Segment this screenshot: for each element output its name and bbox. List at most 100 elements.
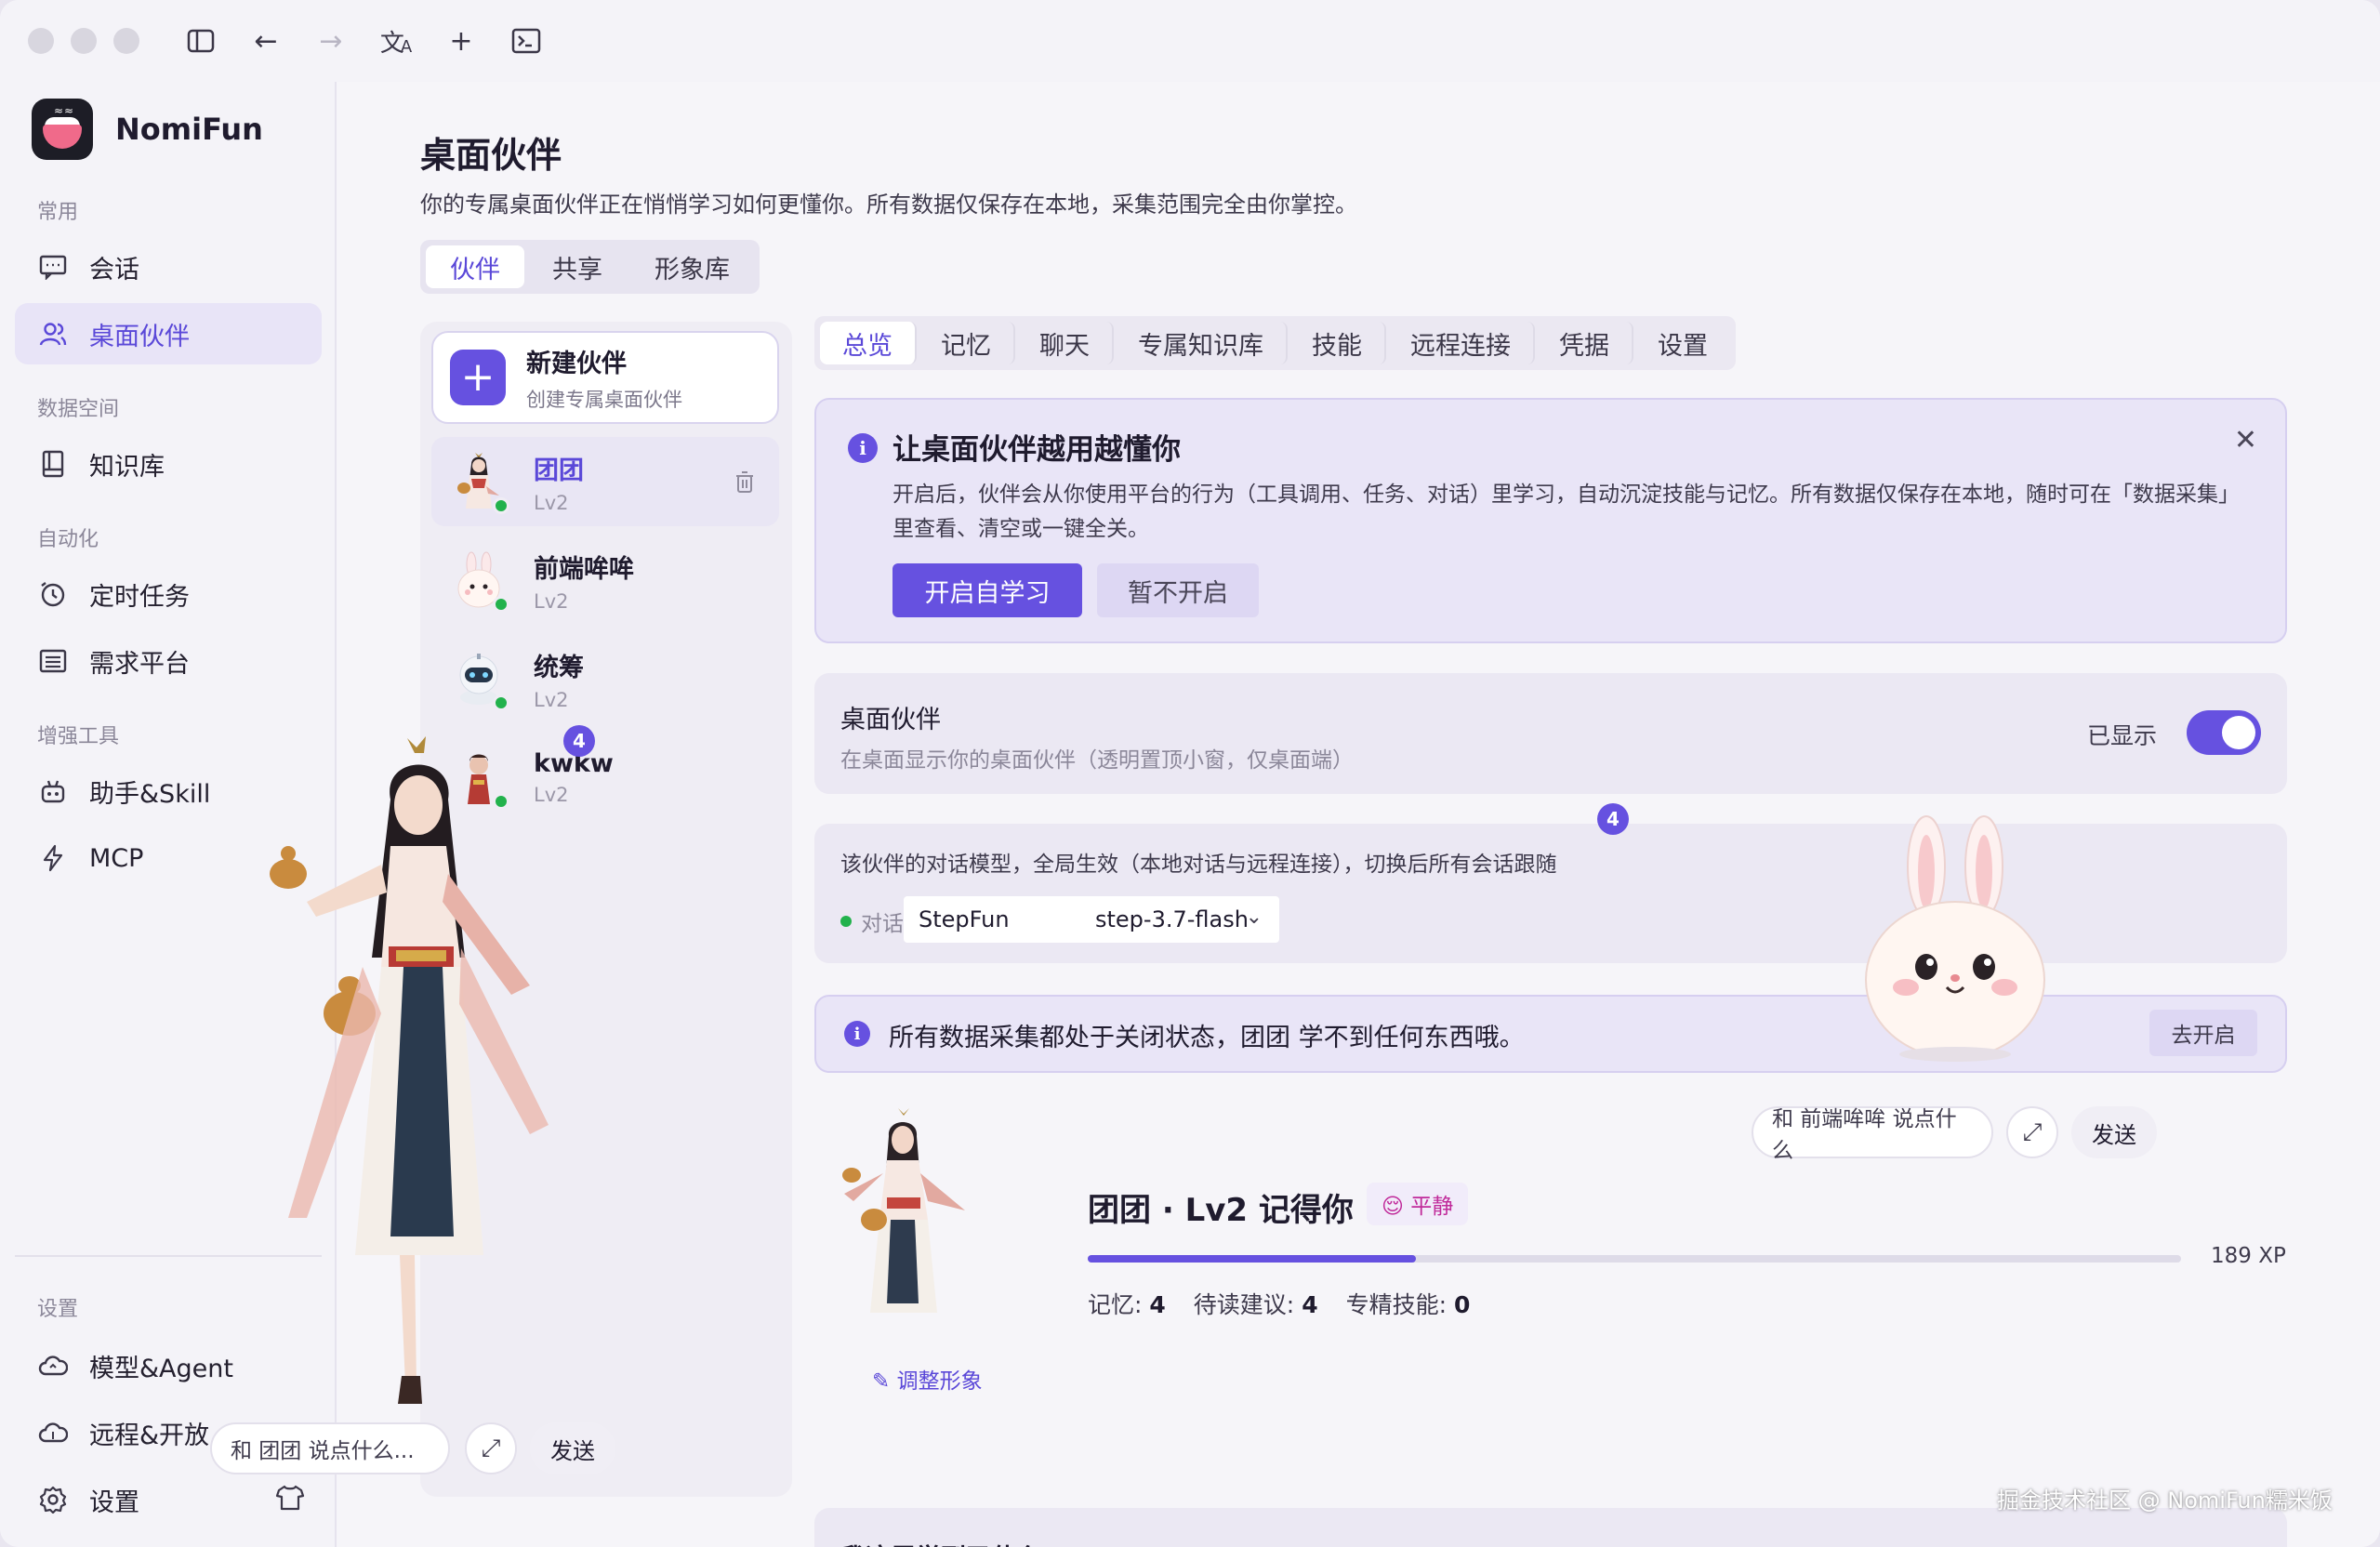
- forward-arrow-icon[interactable]: →: [311, 20, 351, 61]
- tab-remote[interactable]: 远程连接: [1388, 322, 1535, 364]
- tab-settings[interactable]: 设置: [1635, 322, 1730, 364]
- tab-memory[interactable]: 记忆: [919, 322, 1015, 364]
- sidebar-item-label: 桌面伙伴: [89, 322, 190, 351]
- partner-level: Lv2: [534, 589, 569, 613]
- stat-skills: 专精技能: 0: [1345, 1291, 1471, 1318]
- cloud-icon: [37, 1350, 69, 1382]
- detail-tabs: 总览 记忆 聊天 专属知识库 技能 远程连接 凭据 设置: [814, 316, 1736, 370]
- cloud-up-icon: [37, 1417, 69, 1448]
- new-partner-subtitle: 创建专属桌面伙伴: [526, 388, 682, 411]
- partner-name: 前端哞哞: [534, 554, 634, 584]
- tip-body: 开启后，伙伴会从你使用平台的行为（工具调用、任务、对话）里学习，自动沉淀技能与记…: [892, 483, 2229, 541]
- profile-stats: 记忆: 4 待读建议: 4 专精技能: 0: [1088, 1287, 1470, 1320]
- sidebar-item-settings[interactable]: 设置: [15, 1469, 322, 1530]
- stat-pending: 待读建议: 4: [1193, 1291, 1318, 1318]
- window-minimize-button[interactable]: [71, 28, 97, 54]
- page-subtitle: 你的专属桌面伙伴正在悄悄学习如何更懂你。所有数据仅保存在本地，采集范围完全由你掌…: [420, 192, 1357, 218]
- partner-item-frontend[interactable]: 前端哞哞 Lv2: [431, 536, 779, 625]
- terminal-icon[interactable]: [506, 20, 547, 61]
- sidebar-item-label: 会话: [89, 255, 139, 284]
- data-collection-warning: i 所有数据采集都处于关闭状态，团团 学不到任何东西哦。 去开启: [814, 995, 2287, 1073]
- edit-icon: ✎: [872, 1369, 891, 1394]
- bolt-icon: [37, 842, 69, 874]
- page-title: 桌面伙伴: [420, 135, 562, 176]
- model-select[interactable]: step-3.7-flash ⌄: [1080, 896, 1279, 943]
- desktop-status: 已显示: [2086, 722, 2157, 749]
- sidebar-item-knowledge[interactable]: 知识库: [15, 433, 322, 495]
- shirt-icon[interactable]: [275, 1484, 305, 1518]
- tab-shared[interactable]: 共享: [528, 245, 627, 288]
- partner-item-tuantuan[interactable]: 团团 Lv2: [431, 437, 779, 526]
- weekly-learning-title: 我这周学到了什么: [840, 1538, 1041, 1547]
- desktop-display-card: 桌面伙伴 在桌面显示你的桌面伙伴（透明置顶小窗，仅桌面端） 已显示: [814, 673, 2287, 794]
- sidebar-item-label: MCP: [89, 843, 144, 873]
- floating-send-button[interactable]: 发送: [530, 1422, 615, 1474]
- enable-self-learning-button[interactable]: 开启自学习: [892, 563, 1082, 617]
- section-data: 数据空间: [37, 398, 120, 421]
- xp-value: 189 XP: [2211, 1244, 2286, 1268]
- floating-expand-icon[interactable]: ⤢: [465, 1422, 517, 1474]
- book-icon: [37, 448, 69, 480]
- tab-overview[interactable]: 总览: [820, 322, 917, 364]
- not-now-button[interactable]: 暂不开启: [1097, 563, 1259, 617]
- sidebar-item-demand[interactable]: 需求平台: [15, 630, 322, 692]
- sidebar-item-label: 知识库: [89, 452, 165, 482]
- app-name: NomiFun: [115, 112, 263, 147]
- watermark: 掘金技术社区 @ NomiFun糯米饭: [1997, 1488, 2333, 1514]
- floating-chat-input[interactable]: 和 团团 说点什么...: [210, 1422, 450, 1474]
- plus-icon[interactable]: +: [441, 20, 482, 61]
- partner-name: 统筹: [534, 653, 584, 682]
- new-partner-title: 新建伙伴: [526, 349, 627, 378]
- model-desc: 该伙伴的对话模型，全局生效（本地对话与远程连接），切换后所有会话跟随: [840, 853, 1557, 877]
- tab-partners[interactable]: 伙伴: [426, 245, 524, 288]
- gear-icon: [37, 1484, 69, 1515]
- desktop-title: 桌面伙伴: [840, 706, 941, 734]
- section-tools: 增强工具: [37, 725, 120, 748]
- main-content: 桌面伙伴 你的专属桌面伙伴正在悄悄学习如何更懂你。所有数据仅保存在本地，采集范围…: [338, 82, 2380, 1547]
- send-button[interactable]: 发送: [2071, 1106, 2157, 1158]
- tab-skills[interactable]: 技能: [1289, 322, 1386, 364]
- expand-icon[interactable]: ⤢: [2006, 1106, 2058, 1158]
- info-icon: i: [844, 1021, 870, 1047]
- section-automation: 自动化: [37, 528, 99, 551]
- sidebar-item-label: 助手&Skill: [89, 779, 211, 809]
- tab-chat[interactable]: 聊天: [1017, 322, 1114, 364]
- partner-segment-tabs: 伙伴 共享 形象库: [420, 240, 760, 294]
- adjust-avatar-link[interactable]: ✎ 调整形象: [872, 1363, 983, 1395]
- partner-name: 团团: [534, 456, 584, 485]
- desktop-display-toggle[interactable]: [2187, 710, 2261, 755]
- avatar: [448, 648, 509, 711]
- sidebar-item-label: 定时任务: [89, 582, 190, 612]
- sidebar-item-chat[interactable]: 会话: [15, 236, 322, 298]
- partner-level: Lv2: [534, 688, 569, 711]
- chat-icon: [37, 251, 69, 283]
- app-window: ← → 文A + ≈≈ NomiFun 常用 会话 桌面伙伴 数据空间 知识库: [0, 0, 2380, 1547]
- close-icon[interactable]: ✕: [2234, 424, 2257, 456]
- window-zoom-button[interactable]: [113, 28, 139, 54]
- robot-icon: [37, 775, 69, 807]
- sidebar-item-schedule[interactable]: 定时任务: [15, 563, 322, 625]
- sidebar-toggle-icon[interactable]: [180, 20, 221, 61]
- go-enable-button[interactable]: 去开启: [2149, 1010, 2257, 1056]
- online-status-dot: [493, 497, 509, 514]
- model-card: 该伙伴的对话模型，全局生效（本地对话与远程连接），切换后所有会话跟随 对话模型 …: [814, 803, 2287, 963]
- maiden-desktop-partner[interactable]: [251, 734, 586, 1417]
- profile-title: 团团 · Lv2 记得你: [1088, 1192, 1354, 1229]
- delete-icon[interactable]: [734, 470, 755, 500]
- partner-portrait: [826, 1108, 974, 1335]
- app-logo: ≈≈: [32, 99, 93, 160]
- bunny-desktop-partner[interactable]: [1858, 811, 2053, 1065]
- sidebar-item-desktop-partner[interactable]: 桌面伙伴: [15, 303, 322, 364]
- avatar: [448, 549, 509, 613]
- tab-knowledge[interactable]: 专属知识库: [1116, 322, 1288, 364]
- sidebar-item-label: 远程&开放: [89, 1421, 210, 1450]
- chat-input[interactable]: 和 前端哞哞 说点什么: [1752, 1106, 1993, 1163]
- list-icon: [37, 645, 69, 677]
- new-partner-button[interactable]: + 新建伙伴 创建专属桌面伙伴: [431, 331, 779, 424]
- back-arrow-icon[interactable]: ←: [245, 20, 286, 61]
- tab-credentials[interactable]: 凭据: [1537, 322, 1633, 364]
- tab-avatar-library[interactable]: 形象库: [630, 245, 754, 288]
- window-close-button[interactable]: [28, 28, 54, 54]
- translate-icon[interactable]: 文A: [376, 20, 416, 61]
- partner-item-tongchou[interactable]: 统筹 Lv2: [431, 634, 779, 723]
